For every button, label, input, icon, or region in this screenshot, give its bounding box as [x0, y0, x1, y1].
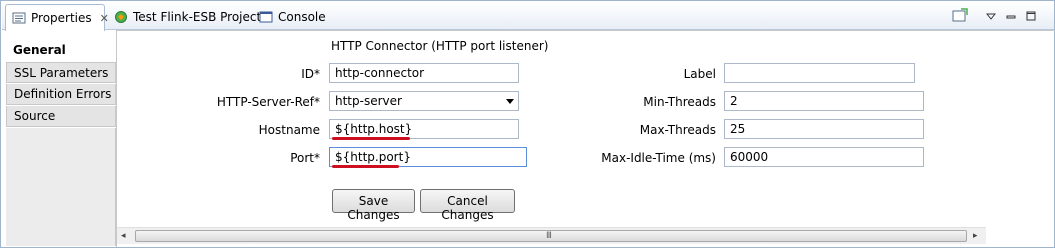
view-menu-icon[interactable]: [985, 10, 1000, 24]
nav-item-ssl-parameters[interactable]: SSL Parameters: [6, 62, 116, 83]
id-label: ID*: [301, 67, 320, 81]
nav-item-source[interactable]: Source: [6, 106, 116, 127]
save-changes-button[interactable]: Save Changes: [332, 189, 415, 222]
properties-view: Properties ✕ Test Flink-ESB Project Cons…: [0, 0, 1055, 248]
tab-properties[interactable]: Properties ✕: [5, 4, 109, 31]
hostname-field[interactable]: ${http.host}: [329, 119, 519, 139]
port-label: Port*: [290, 151, 320, 165]
properties-sections-nav: General SSL Parameters Definition Errors…: [6, 40, 116, 246]
id-field[interactable]: http-connector: [329, 63, 519, 83]
cancel-changes-button[interactable]: Cancel Changes: [420, 189, 515, 222]
port-field[interactable]: ${http.port}: [329, 147, 527, 167]
label-field[interactable]: [724, 63, 915, 83]
label-label: Label: [683, 67, 716, 81]
project-icon: [114, 10, 128, 24]
scrollbar-thumb[interactable]: III: [135, 230, 967, 242]
nav-item-general[interactable]: General: [6, 40, 116, 61]
hostname-highlight-underline: [332, 137, 410, 140]
http-server-ref-value: http-server: [335, 94, 402, 108]
console-icon: [259, 10, 273, 24]
tab-label: Test Flink-ESB Project: [133, 10, 262, 24]
max-threads-field[interactable]: 25: [724, 119, 924, 139]
http-server-ref-label: HTTP-Server-Ref*: [216, 95, 320, 109]
minimize-icon[interactable]: [1006, 10, 1020, 24]
http-server-ref-select[interactable]: http-server: [329, 91, 519, 111]
pin-icon[interactable]: [952, 8, 972, 25]
min-threads-label: Min-Threads: [643, 95, 716, 109]
nav-item-definition-errors[interactable]: Definition Errors: [6, 84, 116, 105]
properties-icon: [12, 11, 26, 25]
hostname-label: Hostname: [258, 123, 320, 137]
nav-empty-area: [6, 128, 116, 246]
horizontal-scrollbar[interactable]: ◂ III ▸: [117, 227, 986, 244]
max-idle-time-label: Max-Idle-Time (ms): [601, 151, 716, 165]
tab-console[interactable]: Console: [253, 4, 332, 30]
tab-test-flink-esb-project[interactable]: Test Flink-ESB Project: [108, 4, 267, 30]
scrollbar-grip-icon: III: [546, 231, 552, 241]
max-threads-label: Max-Threads: [639, 123, 716, 137]
max-idle-time-field[interactable]: 60000: [724, 147, 924, 167]
tab-label: Console: [278, 10, 326, 24]
scroll-right-icon[interactable]: ▸: [973, 231, 978, 241]
view-toolbar: [952, 8, 1040, 25]
port-highlight-underline: [332, 165, 399, 168]
min-threads-field[interactable]: 2: [724, 91, 924, 111]
scroll-left-icon[interactable]: ◂: [121, 231, 126, 241]
chevron-down-icon: [506, 99, 514, 104]
section-heading: HTTP Connector (HTTP port listener): [331, 39, 549, 53]
view-tab-bar: Properties ✕ Test Flink-ESB Project Cons…: [2, 2, 1054, 31]
maximize-icon[interactable]: [1026, 10, 1040, 24]
tab-label: Properties: [31, 11, 92, 25]
